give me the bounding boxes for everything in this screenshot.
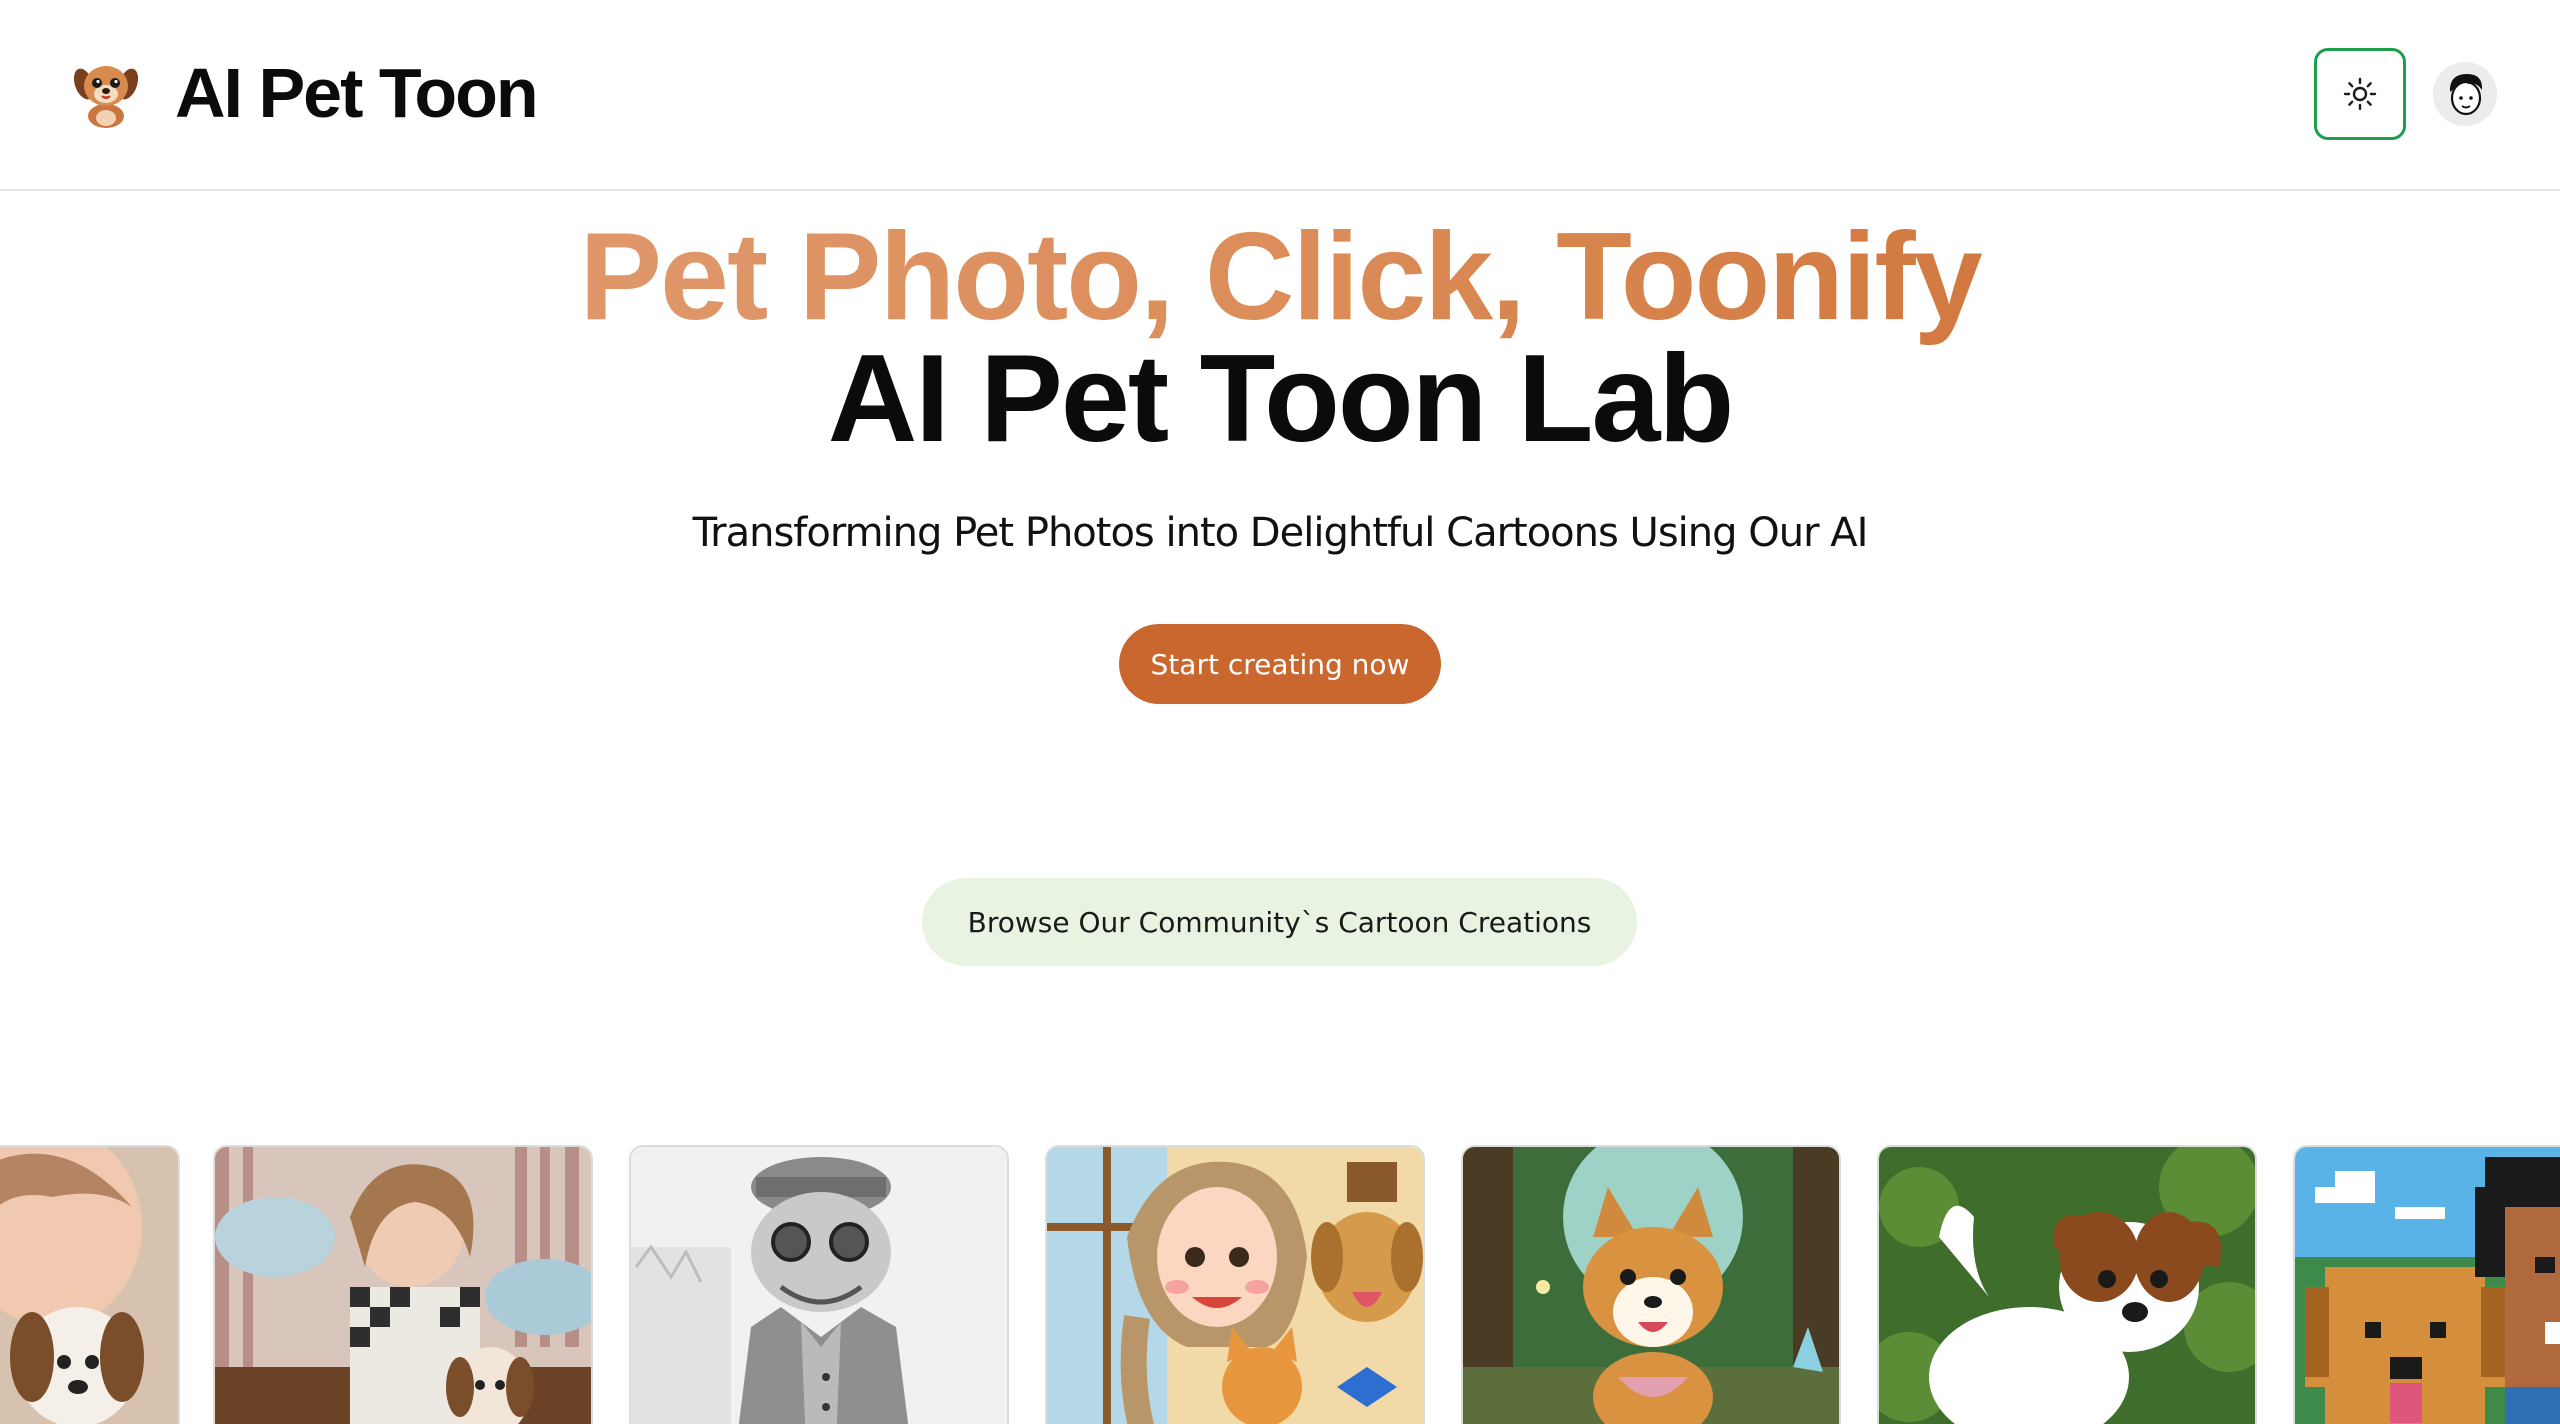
start-creating-button[interactable]: Start creating now [1119, 624, 1441, 704]
user-avatar-icon[interactable] [2433, 62, 2497, 126]
gallery-item-pixel-retriever[interactable] [2293, 1145, 2560, 1424]
theme-toggle-button[interactable] [2314, 48, 2406, 140]
hero-headline-line2: AI Pet Toon Lab [827, 330, 1735, 468]
top-navbar: AI Pet Toon [0, 0, 2560, 191]
gallery-item-woman-beagle[interactable] [0, 1145, 180, 1424]
browse-community-button[interactable]: Browse Our Community`s Cartoon Creations [922, 878, 1637, 966]
brand-title[interactable]: AI Pet Toon [175, 50, 539, 136]
gallery-item-cartoon-girl-pets[interactable] [1045, 1145, 1425, 1424]
sun-icon [2343, 77, 2377, 111]
gallery-item-corgi-forest[interactable] [1461, 1145, 1841, 1424]
gallery-item-woman-beagle-couch[interactable] [213, 1145, 593, 1424]
gallery-item-jack-russell[interactable] [1877, 1145, 2257, 1424]
gallery-item-sketch-cat[interactable] [629, 1145, 1009, 1424]
puppy-logo-icon[interactable] [68, 56, 144, 132]
hero-subtitle: Transforming Pet Photos into Delightful … [692, 510, 1869, 556]
community-gallery [0, 1143, 2560, 1424]
hero-headline-line1: Pet Photo, Click, Toonify [0, 208, 2560, 346]
